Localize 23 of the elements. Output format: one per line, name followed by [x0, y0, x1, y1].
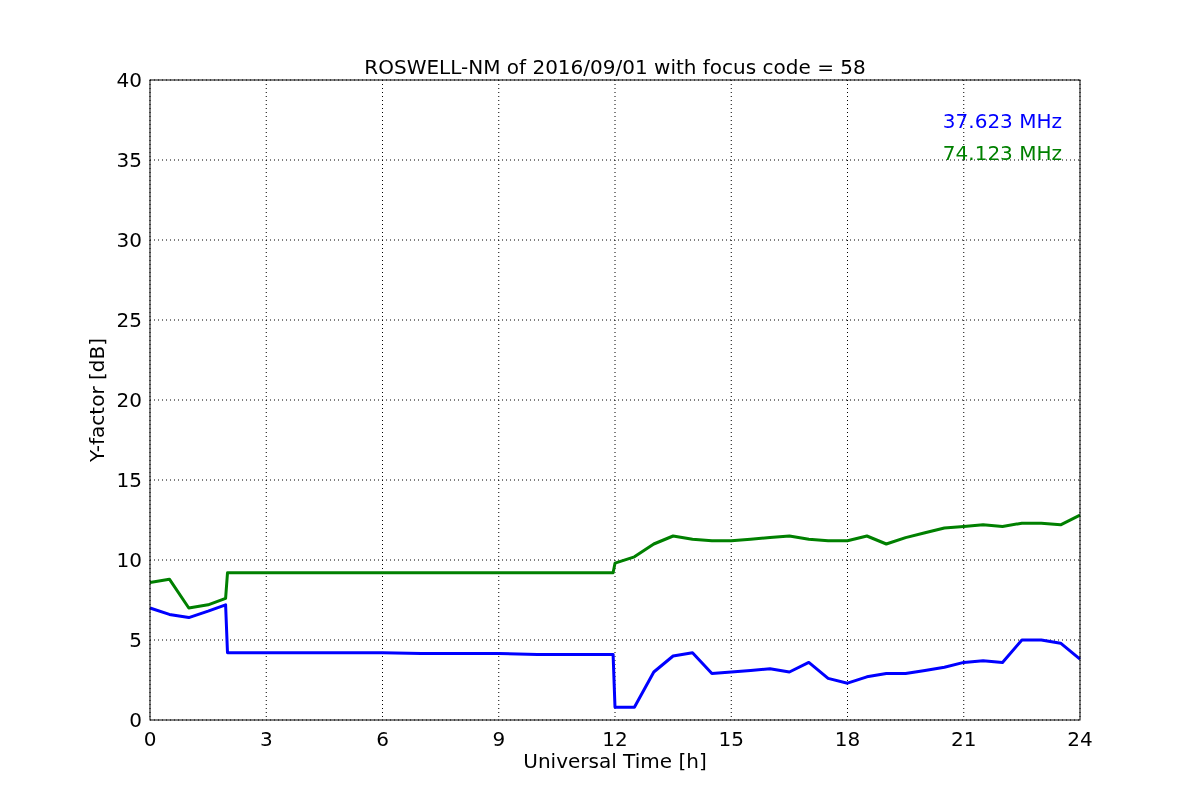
- tick-label: 40: [116, 68, 142, 92]
- tick-label: 0: [143, 727, 157, 751]
- tick-label: 35: [116, 148, 142, 172]
- legend-label: 37.623 MHz: [942, 109, 1062, 133]
- tick-label: 5: [129, 628, 142, 652]
- tick-label: 15: [116, 468, 142, 492]
- tick-label: 3: [259, 727, 273, 751]
- tick-label: 20: [116, 388, 142, 412]
- axis-label: Y-factor [dB]: [85, 338, 109, 462]
- tick-label: 9: [492, 727, 506, 751]
- tick-label: 18: [834, 727, 861, 751]
- tick-label: 21: [951, 727, 977, 751]
- tick-label: 10: [116, 548, 142, 572]
- tick-label: 6: [376, 727, 389, 751]
- tick-label: 25: [116, 308, 142, 332]
- legend-label: 74.123 MHz: [942, 141, 1062, 165]
- tick-label: 12: [602, 727, 628, 751]
- tick-label: 30: [116, 228, 142, 252]
- tick-label: 15: [718, 727, 744, 751]
- tick-label: 24: [1067, 727, 1093, 751]
- axis-label: Universal Time [h]: [523, 749, 707, 773]
- tick-label: 0: [129, 708, 142, 732]
- chart-title: ROSWELL-NM of 2016/09/01 with focus code = 58: [364, 55, 866, 79]
